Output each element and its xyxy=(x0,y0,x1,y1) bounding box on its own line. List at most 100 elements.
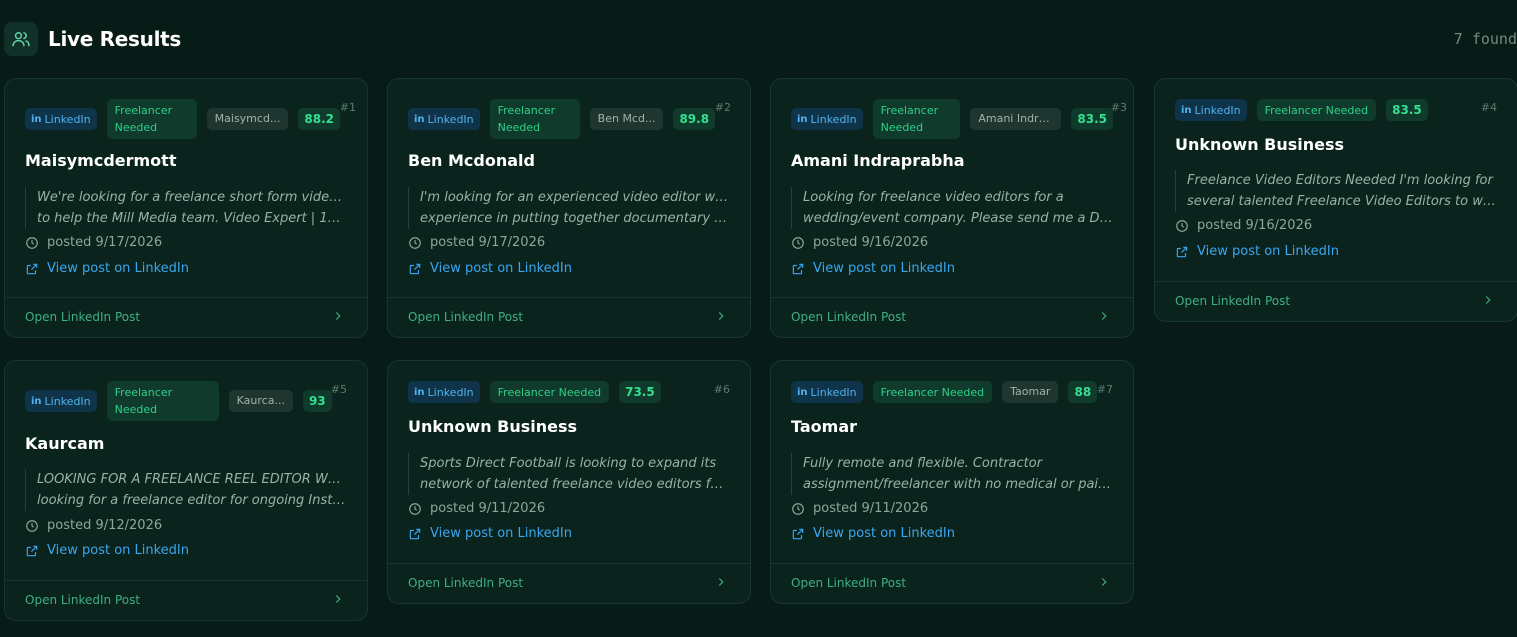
chevron-right-icon xyxy=(718,578,724,586)
view-post-link[interactable]: View post on LinkedIn xyxy=(1175,244,1339,259)
external-link-icon xyxy=(409,528,421,539)
linkedin-icon: in xyxy=(414,113,425,125)
poster-name: Maisymcdermott xyxy=(25,151,177,170)
rank-label: #4 xyxy=(1480,101,1497,114)
freelancer-needed-tag: Freelancer Needed xyxy=(106,381,219,421)
open-post-footer[interactable]: Open LinkedIn Post xyxy=(771,563,1133,603)
view-post-link[interactable]: View post on LinkedIn xyxy=(791,526,955,541)
rank-label: #3 xyxy=(1110,101,1127,114)
posted-date: posted 9/11/2026 xyxy=(408,501,545,516)
clock-icon xyxy=(792,502,804,515)
linkedin-tag: in LinkedIn xyxy=(25,390,97,412)
clock-icon xyxy=(1176,219,1188,232)
linkedin-icon: in xyxy=(414,386,425,398)
posted-date: posted 9/17/2026 xyxy=(408,235,545,250)
clock-icon xyxy=(409,502,421,515)
open-post-footer[interactable]: Open LinkedIn Post xyxy=(771,297,1133,337)
company-tag: Taomar xyxy=(1002,381,1059,403)
linkedin-icon: in xyxy=(1181,104,1192,116)
linkedin-icon: in xyxy=(797,113,808,125)
clock-icon xyxy=(409,236,421,249)
post-excerpt: Fully remote and flexible. Contractor as… xyxy=(791,453,1113,495)
score-badge: 83.5 xyxy=(1386,99,1428,121)
company-tag: Kaurca... xyxy=(228,390,293,412)
company-tag: Ben Mcd... xyxy=(589,108,664,130)
view-post-link[interactable]: View post on LinkedIn xyxy=(25,261,189,276)
result-card[interactable]: in LinkedIn Freelancer Needed Amani Indra… xyxy=(770,78,1134,338)
open-post-footer[interactable]: Open LinkedIn Post xyxy=(5,580,367,620)
score-badge: 73.5 xyxy=(619,381,661,403)
score-badge: 88 xyxy=(1068,381,1098,403)
linkedin-icon: in xyxy=(31,395,42,407)
result-card[interactable]: in LinkedIn Freelancer Needed 83.5 #4 Unk… xyxy=(1154,78,1517,322)
external-link-icon xyxy=(1176,246,1188,257)
rank-label: #5 xyxy=(330,383,347,396)
page-title: Live Results xyxy=(48,27,181,51)
external-link-icon xyxy=(26,263,38,274)
result-card[interactable]: in LinkedIn Freelancer Needed Ben Mcd... … xyxy=(387,78,751,338)
clock-icon xyxy=(26,519,38,532)
external-link-icon xyxy=(792,528,804,539)
freelancer-needed-tag: Freelancer Needed xyxy=(489,99,580,139)
view-post-link[interactable]: View post on LinkedIn xyxy=(408,526,572,541)
result-card[interactable]: in LinkedIn Freelancer Needed Maisymcd...… xyxy=(4,78,368,338)
linkedin-icon: in xyxy=(797,386,808,398)
open-post-footer[interactable]: Open LinkedIn Post xyxy=(5,297,367,337)
poster-name: Kaurcam xyxy=(25,434,105,453)
clock-icon xyxy=(792,236,804,249)
open-post-label: Open LinkedIn Post xyxy=(25,593,141,607)
rank-label: #2 xyxy=(714,101,731,114)
result-card[interactable]: in LinkedIn Freelancer Needed Taomar 88 #… xyxy=(770,360,1134,604)
chevron-right-icon xyxy=(335,595,341,603)
view-post-link[interactable]: View post on LinkedIn xyxy=(408,261,572,276)
external-link-icon xyxy=(792,263,804,274)
freelancer-needed-tag: Freelancer Needed xyxy=(1256,99,1377,121)
chevron-right-icon xyxy=(1101,578,1107,586)
open-post-footer[interactable]: Open LinkedIn Post xyxy=(388,297,750,337)
open-post-footer[interactable]: Open LinkedIn Post xyxy=(1155,281,1517,321)
chevron-right-icon xyxy=(335,312,341,320)
poster-name: Amani Indraprabha xyxy=(791,151,965,170)
open-post-label: Open LinkedIn Post xyxy=(1175,294,1291,308)
post-excerpt: Freelance Video Editors Needed I'm looki… xyxy=(1175,170,1497,212)
open-post-label: Open LinkedIn Post xyxy=(791,310,907,324)
posted-date: posted 9/11/2026 xyxy=(791,501,928,516)
poster-name: Unknown Business xyxy=(1175,135,1345,154)
chevron-right-icon xyxy=(1101,312,1107,320)
poster-name: Unknown Business xyxy=(408,417,578,436)
rank-label: #7 xyxy=(1096,383,1113,396)
score-badge: 93 xyxy=(302,390,332,412)
chevron-right-icon xyxy=(718,312,724,320)
company-tag: Amani Indra... xyxy=(970,108,1062,130)
rank-label: #6 xyxy=(713,383,730,396)
linkedin-tag: in LinkedIn xyxy=(408,108,480,130)
score-badge: 83.5 xyxy=(1071,108,1113,130)
results-header: Live Results 7 found xyxy=(4,22,1517,58)
view-post-link[interactable]: View post on LinkedIn xyxy=(25,543,189,558)
open-post-label: Open LinkedIn Post xyxy=(791,576,907,590)
score-badge: 89.8 xyxy=(673,108,716,130)
freelancer-needed-tag: Freelancer Needed xyxy=(106,99,197,139)
post-excerpt: Looking for freelance video editors for … xyxy=(791,187,1113,229)
freelancer-needed-tag: Freelancer Needed xyxy=(872,381,993,403)
linkedin-icon: in xyxy=(31,113,42,125)
result-card[interactable]: in LinkedIn Freelancer Needed Kaurca... 9… xyxy=(4,360,368,621)
open-post-label: Open LinkedIn Post xyxy=(408,576,524,590)
posted-date: posted 9/12/2026 xyxy=(25,518,162,533)
company-tag: Maisymcd... xyxy=(206,108,289,130)
open-post-footer[interactable]: Open LinkedIn Post xyxy=(388,563,750,603)
open-post-label: Open LinkedIn Post xyxy=(25,310,141,324)
post-excerpt: I'm looking for an experienced video edi… xyxy=(408,187,730,229)
results-count: 7 found xyxy=(1453,30,1517,48)
linkedin-tag: in LinkedIn xyxy=(791,108,863,130)
linkedin-tag: in LinkedIn xyxy=(408,381,480,403)
open-post-label: Open LinkedIn Post xyxy=(408,310,524,324)
posted-date: posted 9/16/2026 xyxy=(791,235,928,250)
view-post-link[interactable]: View post on LinkedIn xyxy=(791,261,955,276)
post-excerpt: LOOKING FOR A FREELANCE REEL EDITOR We'r… xyxy=(25,469,347,511)
rank-label: #1 xyxy=(339,101,356,114)
linkedin-tag: in LinkedIn xyxy=(791,381,863,403)
freelancer-needed-tag: Freelancer Needed xyxy=(489,381,610,403)
posted-date: posted 9/17/2026 xyxy=(25,235,162,250)
result-card[interactable]: in LinkedIn Freelancer Needed 73.5 #6 Unk… xyxy=(387,360,751,604)
